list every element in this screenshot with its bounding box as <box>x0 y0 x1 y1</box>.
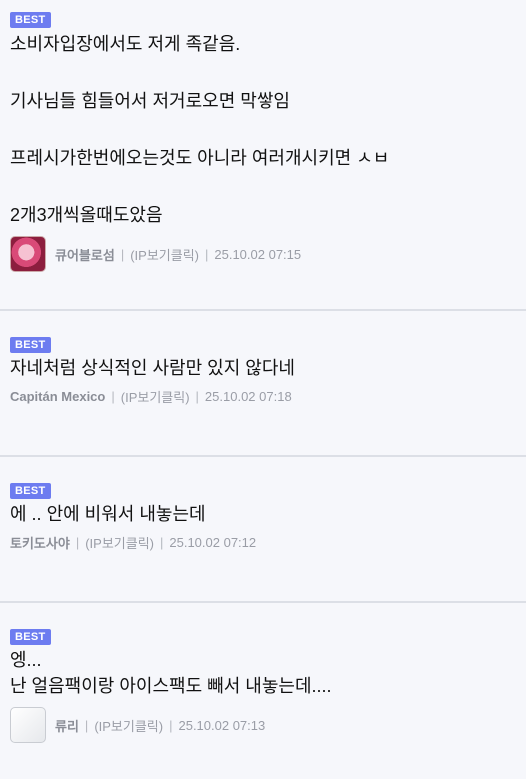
comment-text: 엥... 난 얼음팩이랑 아이스팩도 빼서 내놓는데.... <box>10 647 516 699</box>
comment-line: 난 얼음팩이랑 아이스팩도 빼서 내놓는데.... <box>10 676 332 696</box>
author-name[interactable]: 토키도사야 <box>10 533 70 552</box>
author-name[interactable]: 류리 <box>55 716 79 735</box>
best-badge: BEST <box>10 337 51 353</box>
comment-line: 기사님들 힘들어서 저거로오면 막쌓임 <box>10 91 290 111</box>
comment-meta: 류리 | (IP보기클릭) | 25.10.02 07:13 <box>10 707 516 743</box>
meta-separator: | <box>120 246 125 262</box>
author-name[interactable]: Capitán Mexico <box>10 389 105 404</box>
comment-line: 에 .. 안에 비워서 내놓는데 <box>10 504 206 524</box>
comment-item: BEST 에 .. 안에 비워서 내놓는데 토키도사야 | (IP보기클릭) |… <box>0 457 526 603</box>
comment-text: 소비자입장에서도 저게 족같음. 기사님들 힘들어서 저거로오면 막쌓임 프레시… <box>10 31 516 228</box>
comment-line: 소비자입장에서도 저게 족같음. <box>10 34 241 54</box>
timestamp: 25.10.02 07:15 <box>214 246 302 262</box>
meta-separator: | <box>84 717 89 733</box>
meta-separator: | <box>75 535 80 550</box>
ip-view-link[interactable]: (IP보기클릭) <box>121 387 190 406</box>
best-badge: BEST <box>10 12 51 28</box>
author-name[interactable]: 큐어블로섬 <box>55 245 115 264</box>
comment-text: 자네처럼 상식적인 사람만 있지 않다네 <box>10 355 516 381</box>
avatar[interactable] <box>10 707 46 743</box>
comment-line: 프레시가한번에오는것도 아니라 여러개시키면 ㅅㅂ <box>10 148 390 168</box>
comment-line <box>10 171 516 202</box>
meta-separator: | <box>169 717 173 733</box>
timestamp: 25.10.02 07:18 <box>204 389 292 404</box>
avatar[interactable] <box>10 236 46 272</box>
best-badge: BEST <box>10 483 51 499</box>
ip-view-link[interactable]: (IP보기클릭) <box>130 245 199 264</box>
best-badge: BEST <box>10 629 51 645</box>
comment-line: 2개3개씩올때도았음 <box>10 205 163 225</box>
meta-separator: | <box>111 389 115 404</box>
comment-line: 엥... <box>10 650 42 670</box>
comment-line <box>10 57 516 88</box>
comment-line <box>10 114 516 145</box>
timestamp: 25.10.02 07:13 <box>178 717 266 733</box>
meta-separator: | <box>159 535 164 550</box>
comment-text: 에 .. 안에 비워서 내놓는데 <box>10 501 516 527</box>
timestamp: 25.10.02 07:12 <box>169 535 257 550</box>
ip-view-link[interactable]: (IP보기클릭) <box>85 533 154 552</box>
comment-meta: Capitán Mexico | (IP보기클릭) | 25.10.02 07:… <box>10 387 516 406</box>
comment-item: BEST 자네처럼 상식적인 사람만 있지 않다네 Capitán Mexico… <box>0 311 526 457</box>
comment-item: BEST 엥... 난 얼음팩이랑 아이스팩도 빼서 내놓는데.... 류리 |… <box>0 603 526 779</box>
comment-meta: 큐어블로섬 | (IP보기클릭) | 25.10.02 07:15 <box>10 236 516 272</box>
meta-separator: | <box>195 389 199 404</box>
meta-separator: | <box>204 246 209 262</box>
comment-item: BEST 소비자입장에서도 저게 족같음. 기사님들 힘들어서 저거로오면 막쌓… <box>0 0 526 311</box>
comment-meta: 토키도사야 | (IP보기클릭) | 25.10.02 07:12 <box>10 533 516 552</box>
ip-view-link[interactable]: (IP보기클릭) <box>94 716 163 735</box>
comment-line: 자네처럼 상식적인 사람만 있지 않다네 <box>10 358 295 378</box>
